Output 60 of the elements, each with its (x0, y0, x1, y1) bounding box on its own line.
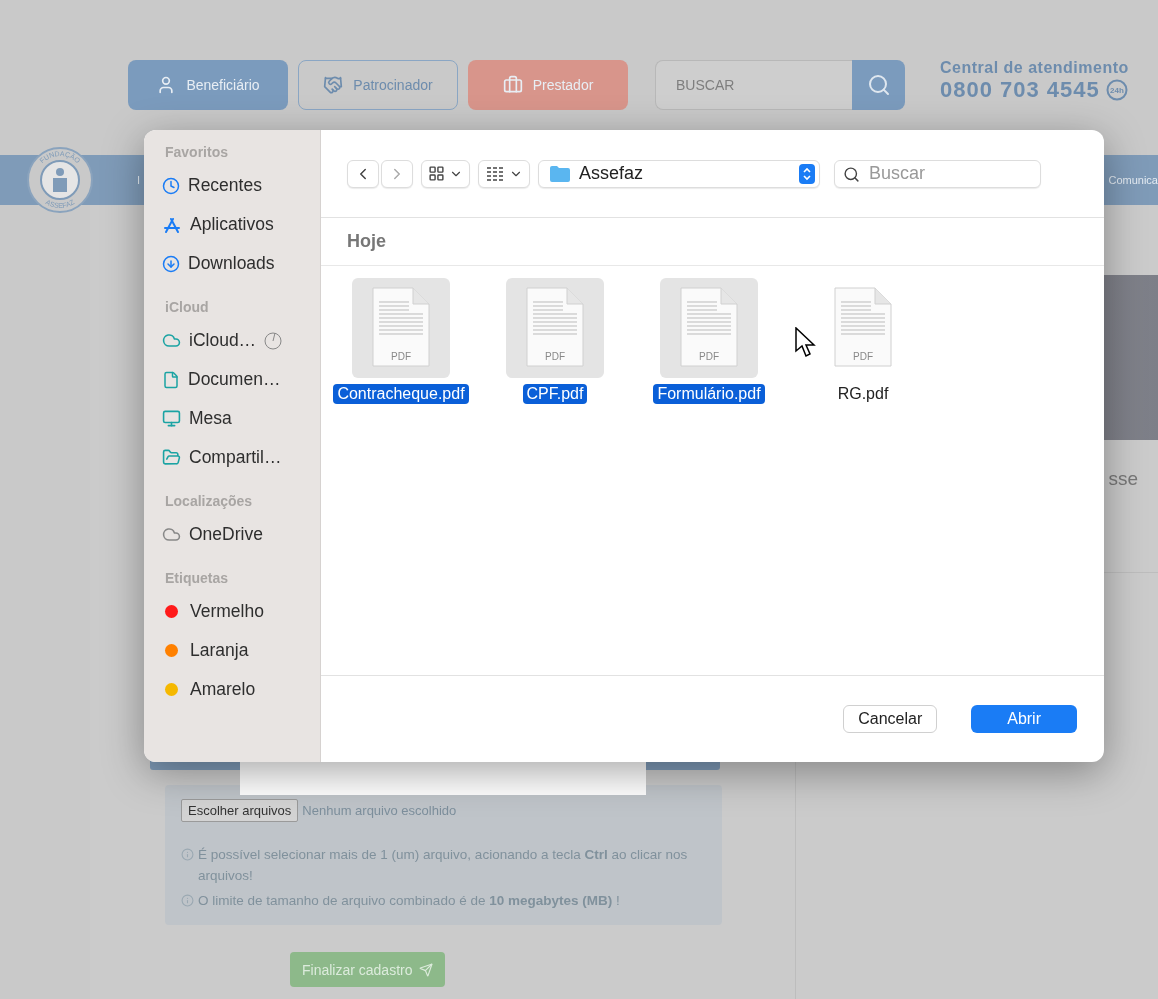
search-field[interactable]: BUSCAR (655, 60, 852, 110)
download-icon (162, 254, 180, 273)
sidebar-item[interactable]: Amarelo (162, 670, 320, 709)
pdf-file-icon: PDF (679, 286, 739, 370)
pdf-file-icon: PDF (525, 286, 585, 370)
sidebar-item[interactable]: Downloads (162, 244, 320, 283)
dialog-button[interactable]: Cancelar (843, 705, 938, 733)
sidebar-item[interactable]: Recentes (162, 166, 320, 205)
search-field[interactable]: Buscar (834, 159, 1041, 188)
search-icon (866, 73, 891, 97)
file-name[interactable]: Contracheque.pdf (333, 384, 469, 404)
sidebar-item[interactable]: Compartil… (162, 438, 320, 477)
sidebar-item[interactable]: Aplicativos (162, 205, 320, 244)
info-icon (181, 894, 194, 907)
cloud-icon (162, 331, 181, 350)
send-icon (418, 962, 433, 977)
pdf-file-icon: PDF (833, 286, 893, 370)
search-button[interactable] (852, 60, 905, 110)
desktop-icon (162, 409, 181, 428)
sidebar-item[interactable]: iCloud… (162, 321, 320, 360)
phone-24h-icon: 24h (1105, 79, 1128, 101)
file-name[interactable]: Formulário.pdf (653, 384, 765, 404)
file-name[interactable]: RG.pdf (833, 384, 893, 404)
sidebar-item[interactable]: Documen… (162, 360, 320, 399)
clock-icon (162, 176, 180, 195)
back-button[interactable] (347, 159, 379, 188)
handshake-icon (323, 75, 344, 95)
choose-files-button[interactable]: Escolher arquivos (181, 799, 299, 822)
folder-icon (549, 164, 571, 183)
progress-icon (264, 331, 283, 350)
section-heading: Hoje (347, 231, 386, 252)
upload-note: É possível selecionar mais de 1 (um) arquivo, acionando a tecla Ctrl ao clicar nos arquivos! (198, 846, 689, 885)
file-status: Nenhum arquivo escolhido (302, 803, 457, 818)
stepper-icon (802, 166, 812, 181)
document-icon (162, 370, 180, 389)
phone-number: 0800 703 4545 (940, 77, 1100, 103)
sidebar-item[interactable]: Vermelho (162, 592, 320, 631)
shared-folder-icon (162, 448, 181, 467)
briefcase-icon (502, 75, 523, 95)
file-name[interactable]: CPF.pdf (522, 384, 588, 404)
contact-title: Central de atendimento (940, 59, 1129, 77)
sidebar-item[interactable]: OneDrive (162, 515, 320, 554)
sidebar-heading: Etiquetas (165, 570, 229, 586)
sidebar-heading: iCloud (165, 299, 210, 315)
sidebar-heading: Localizações (165, 493, 254, 509)
sidebar-item[interactable]: Mesa (162, 399, 320, 438)
grid-icon (428, 165, 445, 182)
folder-popup[interactable]: Assefaz (538, 159, 820, 188)
search-icon (843, 165, 860, 183)
sidebar-item[interactable]: Laranja (162, 631, 320, 670)
pdf-file-icon: PDF (371, 286, 431, 370)
group-button[interactable] (478, 159, 530, 188)
dialog-button[interactable]: Abrir (971, 705, 1077, 733)
news-title: sse (1108, 468, 1138, 490)
upload-note: O limite de tamanho de arquivo combinado é de 10 megabytes (MB) ! (198, 892, 620, 910)
cloud-icon (162, 525, 181, 544)
gallery-icon (485, 165, 505, 182)
view-mode-button[interactable] (421, 159, 470, 188)
sidebar-heading: Favoritos (165, 144, 229, 160)
info-icon (181, 848, 194, 861)
